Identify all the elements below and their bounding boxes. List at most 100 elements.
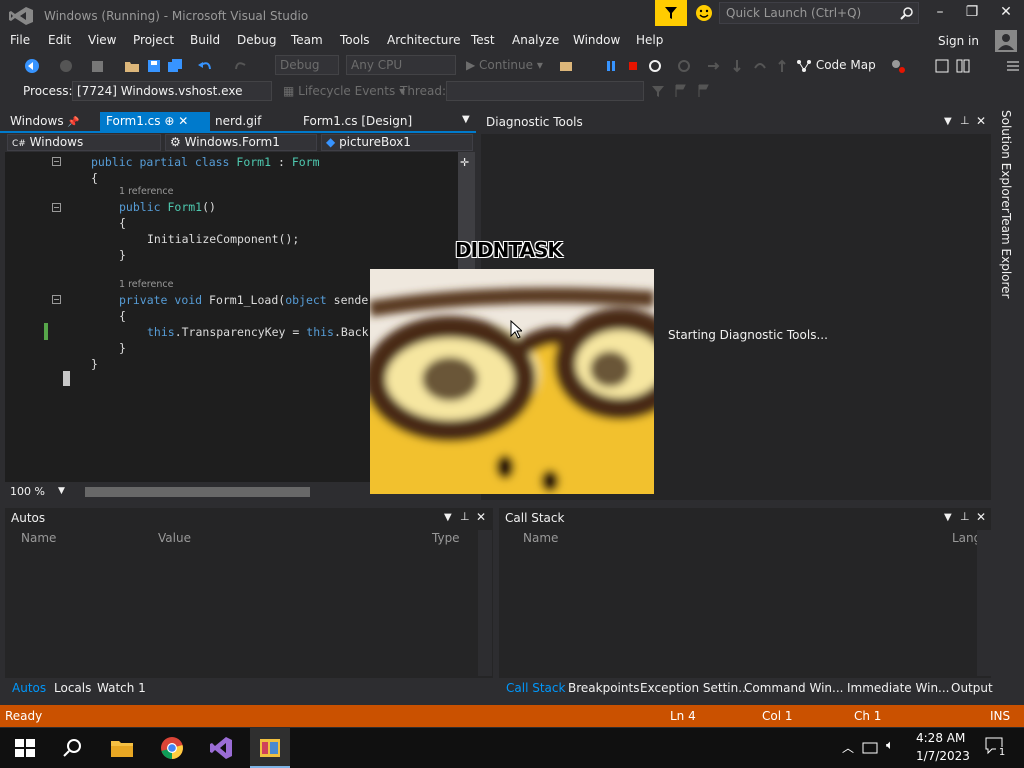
pin-icon[interactable]: 📌 xyxy=(67,117,79,128)
tab-call-stack[interactable]: Call Stack xyxy=(506,681,565,695)
tab-form1-cs[interactable]: Form1.cs ⊕ ✕ xyxy=(100,112,210,131)
collapse-icon[interactable] xyxy=(52,295,61,304)
save-all-icon[interactable] xyxy=(167,58,183,74)
undo-icon[interactable] xyxy=(197,58,213,74)
team-explorer-tab[interactable]: Team Explorer xyxy=(999,213,1013,299)
step-over-icon[interactable] xyxy=(729,58,745,74)
volume-icon[interactable]: 🔈︎ xyxy=(886,738,894,753)
restart-icon[interactable] xyxy=(647,58,663,74)
thread-filter-icon[interactable] xyxy=(650,83,666,99)
menu-build[interactable]: Build xyxy=(190,33,220,47)
account-avatar[interactable] xyxy=(995,30,1017,52)
navigate-back-icon[interactable] xyxy=(24,58,40,74)
redo-icon[interactable] xyxy=(233,58,249,74)
step-out-icon[interactable] xyxy=(752,58,768,74)
tab-exception-settings[interactable]: Exception Settin... xyxy=(640,681,750,695)
menu-team[interactable]: Team xyxy=(291,33,323,47)
pin-icon[interactable]: ⊕ xyxy=(164,114,174,128)
panel-menu-icon[interactable]: ▼ xyxy=(944,512,952,523)
tab-output[interactable]: Output xyxy=(951,681,993,695)
menu-analyze[interactable]: Analyze xyxy=(512,33,559,47)
close-button[interactable]: ✕ xyxy=(996,4,1016,22)
tab-breakpoints[interactable]: Breakpoints xyxy=(568,681,639,695)
split-editor-icon[interactable]: ✛ xyxy=(460,156,469,169)
pin-icon[interactable]: ⊥ xyxy=(460,510,470,523)
windows-start-icon[interactable] xyxy=(13,736,37,760)
collapse-icon[interactable] xyxy=(52,203,61,212)
tab-locals[interactable]: Locals xyxy=(54,681,91,695)
tab-nerd-gif[interactable]: nerd.gif xyxy=(209,112,267,131)
nerd-gif-window[interactable] xyxy=(370,269,654,494)
tab-command-window[interactable]: Command Win... xyxy=(744,681,843,695)
toolbar-options-icon[interactable] xyxy=(1005,58,1021,74)
close-tab-icon[interactable]: ✕ xyxy=(178,114,188,128)
lifecycle-events-button[interactable]: ▦ Lifecycle Events ▾ xyxy=(283,84,405,98)
attach-process-icon[interactable] xyxy=(558,58,574,74)
restore-button[interactable]: ❐ xyxy=(962,4,982,22)
feedback-smiley-icon[interactable] xyxy=(694,3,714,23)
menu-architecture[interactable]: Architecture xyxy=(387,33,460,47)
editor-horizontal-scrollbar[interactable] xyxy=(85,487,310,497)
code-map-button[interactable]: Code Map xyxy=(796,58,876,73)
step-up-icon[interactable] xyxy=(774,58,790,74)
configuration-select[interactable]: Debug xyxy=(275,55,339,75)
file-explorer-icon[interactable] xyxy=(110,736,134,760)
member-nav-select[interactable]: ◆ pictureBox1 xyxy=(321,134,473,151)
exception-settings-icon[interactable] xyxy=(890,58,906,74)
codelens-reference[interactable]: 1 reference xyxy=(119,186,173,197)
menu-project[interactable]: Project xyxy=(133,33,174,47)
tab-immediate-window[interactable]: Immediate Win... xyxy=(847,681,950,695)
show-next-statement-icon[interactable] xyxy=(676,58,692,74)
autos-col-value[interactable]: Value xyxy=(158,531,191,545)
notification-filter-button[interactable] xyxy=(655,0,687,26)
network-icon[interactable] xyxy=(862,740,880,756)
close-panel-icon[interactable]: ✕ xyxy=(976,114,986,128)
visual-studio-taskbar-icon[interactable] xyxy=(209,736,233,760)
tab-autos[interactable]: Autos xyxy=(12,681,46,695)
continue-button[interactable]: ▶ Continue ▾ xyxy=(466,58,543,72)
platform-select[interactable]: Any CPU xyxy=(346,55,456,75)
flag-threads-icon[interactable] xyxy=(673,83,689,99)
call-stack-col-name[interactable]: Name xyxy=(523,531,558,545)
menu-edit[interactable]: Edit xyxy=(48,33,71,47)
split-window-icon[interactable] xyxy=(955,58,971,74)
zoom-dropdown-icon[interactable]: ▼ xyxy=(58,486,65,496)
menu-file[interactable]: File xyxy=(10,33,30,47)
open-folder-icon[interactable] xyxy=(124,58,140,74)
autos-scrollbar[interactable] xyxy=(478,530,492,676)
tab-windows[interactable]: Windows 📌 xyxy=(4,112,86,131)
collapse-icon[interactable] xyxy=(52,157,61,166)
process-select[interactable]: [7724] Windows.vshost.exe xyxy=(72,81,272,101)
pin-icon[interactable]: ⊥ xyxy=(960,114,970,127)
step-into-icon[interactable] xyxy=(706,58,722,74)
layout-icon[interactable] xyxy=(934,58,950,74)
menu-debug[interactable]: Debug xyxy=(237,33,276,47)
thread-select[interactable] xyxy=(446,81,644,101)
panel-menu-icon[interactable]: ▼ xyxy=(444,512,452,523)
break-all-icon[interactable] xyxy=(603,58,619,74)
save-icon[interactable] xyxy=(146,58,162,74)
close-panel-icon[interactable]: ✕ xyxy=(476,510,486,524)
menu-test[interactable]: Test xyxy=(471,33,495,47)
tab-watch-1[interactable]: Watch 1 xyxy=(97,681,146,695)
stop-debugging-icon[interactable] xyxy=(625,58,641,74)
menu-tools[interactable]: Tools xyxy=(340,33,370,47)
menu-view[interactable]: View xyxy=(88,33,116,47)
autos-col-type[interactable]: Type xyxy=(432,531,460,545)
chrome-icon[interactable] xyxy=(160,736,184,760)
pin-icon[interactable]: ⊥ xyxy=(960,510,970,523)
sign-in-link[interactable]: Sign in xyxy=(938,34,979,48)
close-panel-icon[interactable]: ✕ xyxy=(976,510,986,524)
call-stack-scrollbar[interactable] xyxy=(977,530,991,676)
zoom-level[interactable]: 100 % xyxy=(10,485,45,498)
solution-explorer-tab[interactable]: Solution Explorer xyxy=(999,110,1013,213)
search-icon[interactable] xyxy=(61,736,85,760)
navigate-forward-icon[interactable] xyxy=(58,58,74,74)
tray-overflow-icon[interactable]: ︿ xyxy=(842,739,854,756)
tab-overflow-icon[interactable]: ▼ xyxy=(462,114,470,125)
autos-col-name[interactable]: Name xyxy=(21,531,56,545)
tab-form1-design[interactable]: Form1.cs [Design] xyxy=(297,112,418,131)
panel-menu-icon[interactable]: ▼ xyxy=(944,116,952,127)
clock-date[interactable]: 1/7/2023 xyxy=(916,749,970,763)
clock-time[interactable]: 4:28 AM xyxy=(916,731,965,745)
